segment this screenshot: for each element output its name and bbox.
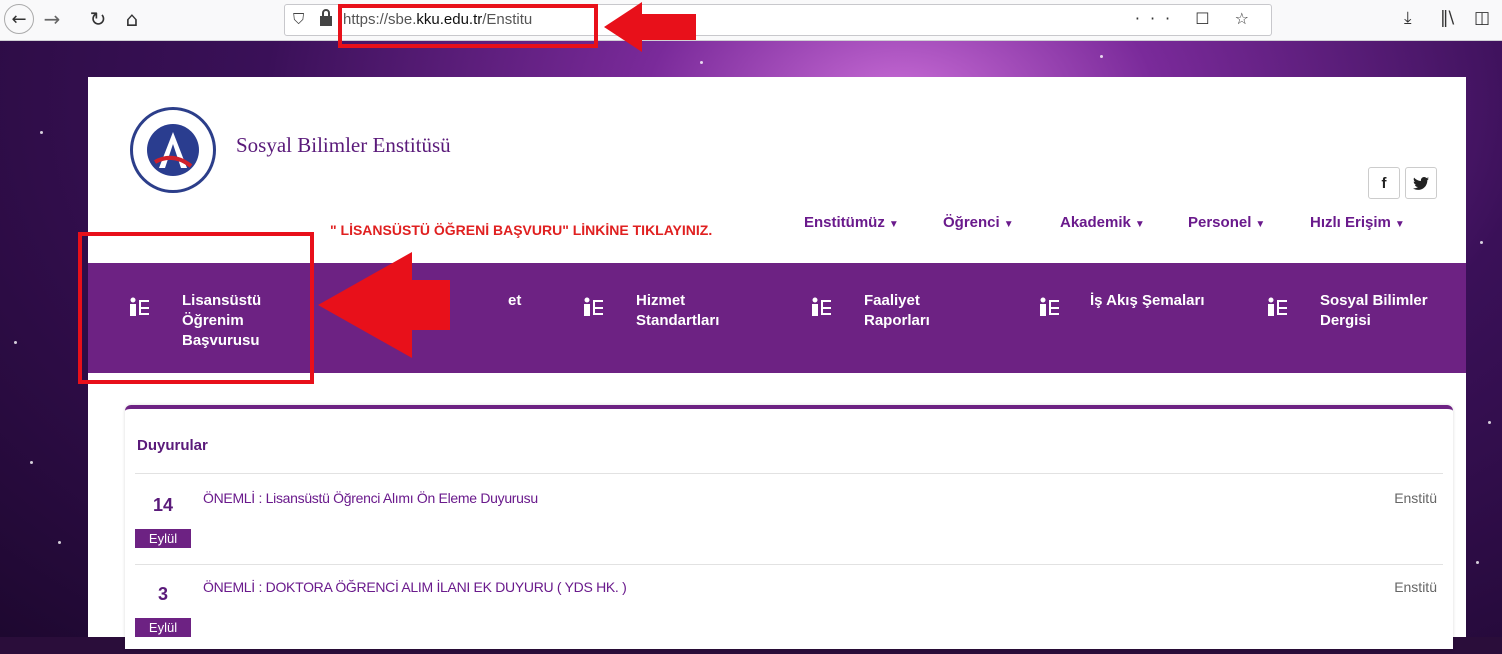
download-icon[interactable]: ⤓ bbox=[1404, 8, 1412, 28]
date-day: 3 bbox=[157, 584, 168, 604]
red-arrow-left-icon bbox=[318, 252, 450, 358]
divider bbox=[135, 564, 1443, 565]
reload-icon[interactable]: ↻ bbox=[86, 6, 110, 32]
announcement-link[interactable]: ÖNEMLİ : Lisansüstü Öğrenci Alımı Ön Ele… bbox=[203, 490, 538, 506]
nav-enstitumuz[interactable]: Enstitümüz ▼ bbox=[804, 214, 899, 231]
facebook-icon[interactable]: f bbox=[1368, 167, 1400, 199]
caret-down-icon: ▼ bbox=[1255, 219, 1266, 230]
user-list-icon bbox=[812, 297, 831, 316]
caret-down-icon: ▼ bbox=[888, 219, 899, 230]
announcements-panel: Duyurular 14 Eylül ÖNEMLİ : Lisansüstü Ö… bbox=[125, 405, 1453, 649]
user-list-icon bbox=[584, 297, 603, 316]
nav-ogrenci[interactable]: Öğrenci ▼ bbox=[943, 214, 1014, 231]
forward-icon[interactable]: → bbox=[40, 6, 64, 32]
announcement-category: Enstitü bbox=[1394, 490, 1437, 506]
date-month: Eylül bbox=[135, 618, 191, 637]
caret-down-icon: ▼ bbox=[1134, 219, 1145, 230]
lock-icon bbox=[320, 9, 332, 26]
nav-akademik[interactable]: Akademik ▼ bbox=[1060, 214, 1145, 231]
announcement-link[interactable]: ÖNEMLİ : DOKTORA ÖĞRENCİ ALIM İLANI EK D… bbox=[203, 579, 627, 595]
divider bbox=[135, 473, 1443, 474]
shield-icon: ⛉ bbox=[293, 10, 305, 28]
twitter-icon[interactable] bbox=[1405, 167, 1437, 199]
quicklink-hidden[interactable]: et bbox=[508, 291, 521, 311]
library-icon[interactable]: ‖\ bbox=[1440, 8, 1454, 28]
url-highlight-box bbox=[338, 4, 598, 48]
quicklink-hizmet-standartlari[interactable]: Hizmet Standartları bbox=[636, 291, 719, 331]
browser-toolbar: ← → ↻ ⌂ ⛉ https://sbe.kku.edu.tr/Enstitu… bbox=[0, 0, 1502, 41]
date-day: 14 bbox=[152, 495, 174, 515]
nav-personel[interactable]: Personel ▼ bbox=[1188, 214, 1265, 231]
announcement-category: Enstitü bbox=[1394, 579, 1437, 595]
caret-down-icon: ▼ bbox=[1394, 219, 1405, 230]
quicklink-is-akis-semalari[interactable]: İş Akış Şemaları bbox=[1090, 291, 1205, 311]
nav-hizli-erisim[interactable]: Hızlı Erişim ▼ bbox=[1310, 214, 1405, 231]
caret-down-icon: ▼ bbox=[1003, 219, 1014, 230]
sidebar-icon[interactable]: ◫ bbox=[1474, 8, 1490, 28]
date-month: Eylül bbox=[135, 529, 191, 548]
university-logo[interactable] bbox=[130, 107, 216, 193]
red-arrow-left-icon bbox=[604, 2, 696, 52]
user-list-icon bbox=[1268, 297, 1287, 316]
home-icon[interactable]: ⌂ bbox=[120, 6, 144, 32]
quicklink-highlight-box bbox=[78, 232, 314, 384]
announcements-title: Duyurular bbox=[137, 437, 208, 454]
user-list-icon bbox=[1040, 297, 1059, 316]
quicklink-sosyal-bilimler-dergisi[interactable]: Sosyal Bilimler Dergisi bbox=[1320, 291, 1428, 331]
quicklink-faaliyet-raporlari[interactable]: Faaliyet Raporları bbox=[864, 291, 930, 331]
list-item[interactable]: 3 Eylül ÖNEMLİ : DOKTORA ÖĞRENCİ ALIM İL… bbox=[135, 574, 1443, 654]
back-icon[interactable]: ← bbox=[4, 4, 34, 34]
list-item[interactable]: 14 Eylül ÖNEMLİ : Lisansüstü Öğrenci Alı… bbox=[135, 485, 1443, 565]
site-title[interactable]: Sosyal Bilimler Enstitüsü bbox=[236, 133, 451, 158]
page-actions-icons[interactable]: ··· ☐ ☆ bbox=[1135, 9, 1259, 28]
notice-text: " LİSANSÜSTÜ ÖĞRENİ BAŞVURU" LİNKİNE TIK… bbox=[330, 222, 713, 238]
